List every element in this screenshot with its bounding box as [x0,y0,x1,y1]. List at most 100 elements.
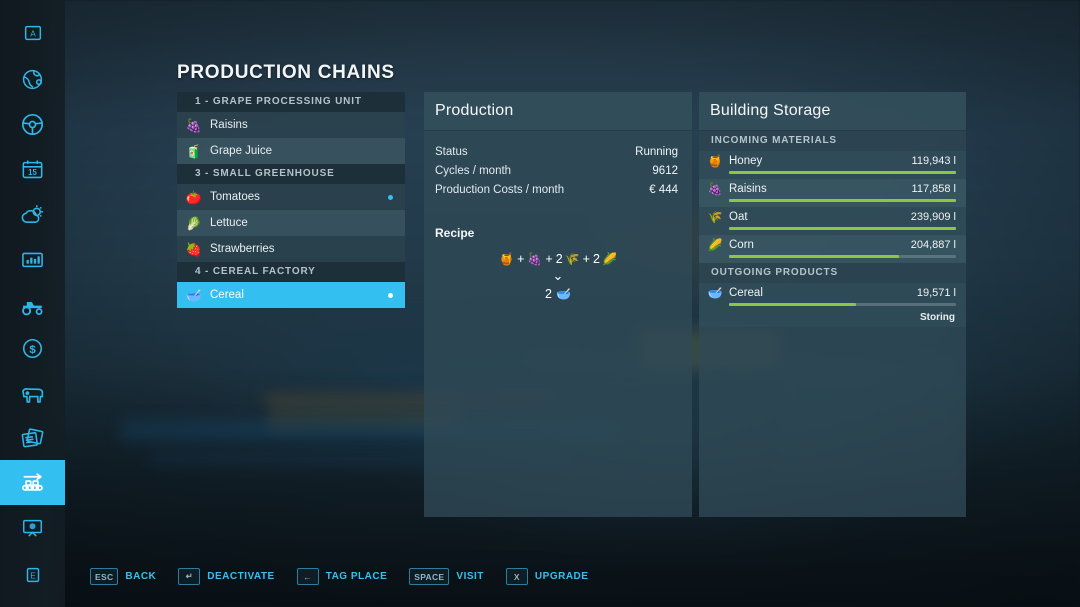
storage-item-name: Cereal [729,287,917,299]
storage-capacity-bar-fill [729,171,956,174]
storage-row-top: 🍯Honey119,943 l [707,151,956,170]
storage-row[interactable]: 🌽Corn204,887 l [699,235,966,263]
hotkey-deactivate[interactable]: ↵ DEACTIVATE [178,568,274,585]
storage-row[interactable]: 🥣 Cereal19,571 l [699,283,966,311]
sidebar-item-contracts[interactable] [0,416,65,461]
production-chain-list: 1 - GRAPE PROCESSING UNIT 🍇 Raisins 🧃Grape … [177,92,405,308]
storage-capacity-bar-fill [729,199,956,202]
storage-row[interactable]: 🍇Raisins117,858 l [699,179,966,207]
status-dot [388,195,393,200]
sidebar-item-vehicles[interactable] [0,102,65,147]
raisins-icon: 🍇 [185,116,203,134]
sidebar-item-help[interactable]: A [0,10,65,55]
storage-row-top: 🍇Raisins117,858 l [707,179,956,198]
svg-text:A: A [30,29,36,38]
storage-item-amount: 119,943 l [912,155,956,167]
sidebar-item-animals[interactable] [0,371,65,416]
recipe-plus-sign: + [583,252,590,266]
sidebar-item-gallery[interactable] [0,505,65,550]
corn-icon: 🌽 [707,237,723,253]
sidebar-item-calendar[interactable]: 15 [0,147,65,192]
recipe-heading: Recipe [435,226,692,240]
production-group-header: 4 - CEREAL FACTORY [177,262,405,282]
recipe-output-qty: 2 [545,287,552,301]
svg-text:$: $ [29,344,36,356]
production-stats: StatusRunningCycles / month9612Productio… [424,131,692,200]
storage-capacity-bar [729,255,956,258]
storage-row[interactable]: 🍯Honey119,943 l [699,151,966,179]
help-icon: A [22,22,44,44]
hotkey-key: ESC [90,568,118,585]
sidebar-item-weather[interactable] [0,192,65,237]
hotkey-label: TAG PLACE [326,571,388,582]
strawberries-icon: 🍓 [185,240,203,258]
production-group-header: 1 - GRAPE PROCESSING UNIT [177,92,405,112]
production-stat-label: Production Costs / month [435,181,564,200]
hotkey-back[interactable]: ESCBACK [90,568,156,585]
sidebar-item-map[interactable] [0,57,65,102]
storage-status-note: Storing [699,311,966,327]
sidebar-item-finances[interactable]: $ [0,326,65,371]
storage-item-name: Honey [729,155,912,167]
production-group-header: 3 - SMALL GREENHOUSE [177,164,405,184]
oat-icon: 🌾 [707,209,723,225]
production-panel: Production StatusRunningCycles / month96… [424,92,692,517]
recipe-ingredient: 2🌾 [556,251,580,266]
production-list-item-label: Raisins [210,119,248,131]
statistics-icon [20,247,45,272]
storage-panel-header: Building Storage [699,92,966,131]
svg-text:15: 15 [28,168,37,177]
steering-wheel-icon [19,111,46,138]
production-list-item[interactable]: 🍅Tomatoes [177,184,405,210]
calendar-icon: 15 [20,157,45,182]
sidebar-item-statistics[interactable] [0,237,65,282]
production-stat-label: Status [435,143,468,162]
contracts-icon [19,425,46,452]
page-title: PRODUCTION CHAINS [177,62,395,84]
storage-row[interactable]: 🌾Oat239,909 l [699,207,966,235]
hotkey-visit[interactable]: SPACEVISIT [409,568,484,585]
storage-item-amount: 204,887 l [911,239,956,251]
production-list-item[interactable]: 🍓Strawberries [177,236,405,262]
production-list-item[interactable]: 🥬Lettuce [177,210,405,236]
storage-row-top: 🌽Corn204,887 l [707,235,956,254]
storage-row-top: 🌾Oat239,909 l [707,207,956,226]
lettuce-icon: 🥬 [185,214,203,232]
outgoing-products-list: 🥣 Cereal19,571 l [699,283,966,311]
hotkey-key: ← [297,568,319,585]
cereal-icon: 🥣 [707,285,723,301]
hotkey-tag-place[interactable]: ← TAG PLACE [297,568,388,585]
storage-item-amount: 19,571 l [917,287,956,299]
production-list-item-label: Tomatoes [210,191,260,203]
globe-icon [20,67,46,93]
storage-capacity-bar [729,303,956,306]
honey-icon: 🍯 [499,251,514,266]
tractor-icon [19,291,47,319]
storage-capacity-bar [729,227,956,230]
recipe-ingredient-qty: 2 [556,252,563,266]
storage-capacity-bar-fill [729,227,956,230]
hotkey-label: DEACTIVATE [207,571,274,582]
hotkey-key: ↵ [178,568,200,585]
storage-row-top: 🥣 Cereal19,571 l [707,283,956,302]
svg-text:E: E [30,571,36,580]
production-list-item[interactable]: 🥣Cereal [177,282,405,308]
cereal-icon: 🥣 [185,286,203,304]
hotkey-upgrade[interactable]: X UPGRADE [506,568,589,585]
production-list-item[interactable]: 🧃Grape Juice [177,138,405,164]
outgoing-products-header: OUTGOING PRODUCTS [699,263,966,283]
recipe-ingredient: 🍇 [527,251,542,266]
storage-capacity-bar-fill [729,303,856,306]
raisins-icon: 🍇 [527,251,542,266]
hotkey-key: X [506,568,528,585]
sidebar-item-exit[interactable]: E [0,552,65,597]
sidebar-item-machines[interactable] [0,282,65,327]
production-stat-label: Cycles / month [435,162,511,181]
storage-item-name: Raisins [729,183,912,195]
cereal-icon: 🥣 [556,286,571,301]
sidebar-item-production[interactable] [0,460,65,505]
production-list-item[interactable]: 🍇 Raisins [177,112,405,138]
incoming-materials-header: INCOMING MATERIALS [699,131,966,151]
production-stat-value: € 444 [649,181,678,200]
hotkey-label: UPGRADE [535,571,589,582]
